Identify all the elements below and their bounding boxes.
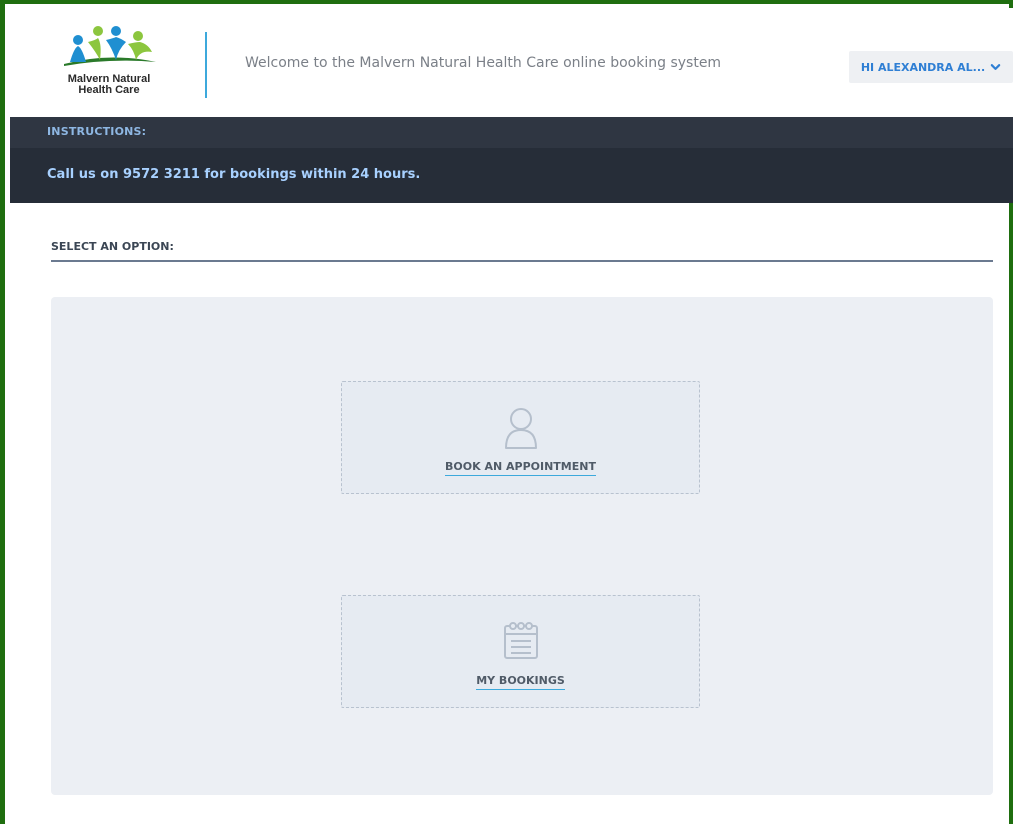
instructions-title: INSTRUCTIONS: (47, 125, 147, 138)
logo-figures-icon (64, 26, 156, 66)
header-divider (205, 32, 207, 98)
user-menu-label: HI ALEXANDRA AL... (860, 60, 986, 74)
book-appointment-label[interactable]: BOOK AN APPOINTMENT (342, 460, 699, 476)
header: Malvern Natural Health Care Welcome to t… (10, 8, 1013, 117)
calendar-icon (503, 622, 538, 659)
my-bookings-link[interactable]: MY BOOKINGS (476, 674, 565, 690)
instructions-message: Call us on 9572 3211 for bookings within… (47, 167, 421, 182)
section-label: SELECT AN OPTION: (51, 240, 174, 253)
brand-name-line2: Health Care (78, 84, 140, 96)
book-appointment-link[interactable]: BOOK AN APPOINTMENT (445, 460, 596, 476)
user-menu-button[interactable]: HI ALEXANDRA AL... (849, 51, 1013, 83)
welcome-text: Welcome to the Malvern Natural Health Ca… (245, 55, 722, 71)
my-bookings-label[interactable]: MY BOOKINGS (342, 674, 699, 690)
options-panel: BOOK AN APPOINTMENT MY BOOKINGS (51, 297, 993, 795)
book-appointment-option[interactable]: BOOK AN APPOINTMENT (341, 381, 700, 494)
section-divider (51, 260, 993, 262)
my-bookings-option[interactable]: MY BOOKINGS (341, 595, 700, 708)
user-icon (504, 408, 537, 449)
instructions-panel: INSTRUCTIONS: Call us on 9572 3211 for b… (10, 117, 1013, 203)
brand-logo[interactable]: Malvern Natural Health Care (44, 22, 174, 104)
chevron-down-icon (990, 63, 1001, 70)
instructions-header: INSTRUCTIONS: (10, 117, 1013, 148)
brand-name: Malvern Natural Health Care (44, 74, 174, 96)
